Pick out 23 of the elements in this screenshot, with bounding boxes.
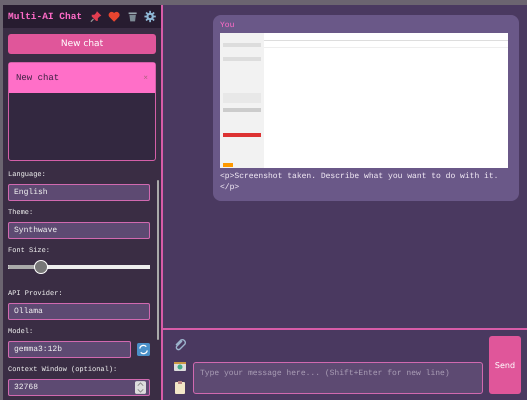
send-button[interactable]: Send	[489, 336, 521, 394]
slider-thumb[interactable]	[34, 260, 48, 274]
input-field[interactable]: gemma3:12b	[8, 341, 131, 358]
heart-icon[interactable]	[108, 10, 121, 23]
camera-icon[interactable]	[173, 359, 187, 373]
message-text: <p>Screenshot taken. Describe what you want to do with it.</p>	[220, 171, 500, 193]
clipboard-icon[interactable]	[173, 380, 187, 394]
pin-icon[interactable]	[90, 10, 102, 23]
new-chat-button[interactable]: New chat	[8, 34, 156, 54]
trash-icon[interactable]	[126, 10, 138, 23]
select-field[interactable]: Ollama	[8, 303, 150, 320]
settings-icon[interactable]	[144, 10, 156, 23]
refresh-icon[interactable]	[137, 343, 150, 356]
spinner-icon[interactable]	[135, 381, 146, 394]
chat-title: New chat	[16, 73, 60, 83]
app-title: Multi-AI Chat	[8, 11, 82, 22]
chat-item[interactable]: New chat ×	[9, 63, 155, 93]
select-field[interactable]: English	[8, 184, 150, 201]
select-field[interactable]: Synthwave	[8, 222, 150, 239]
number-field[interactable]: 32768	[8, 379, 150, 396]
sender-name: You	[220, 21, 236, 30]
paperclip-icon[interactable]	[173, 338, 187, 352]
message-input[interactable]: Type your message here... (Shift+Enter for new line)	[193, 362, 483, 394]
